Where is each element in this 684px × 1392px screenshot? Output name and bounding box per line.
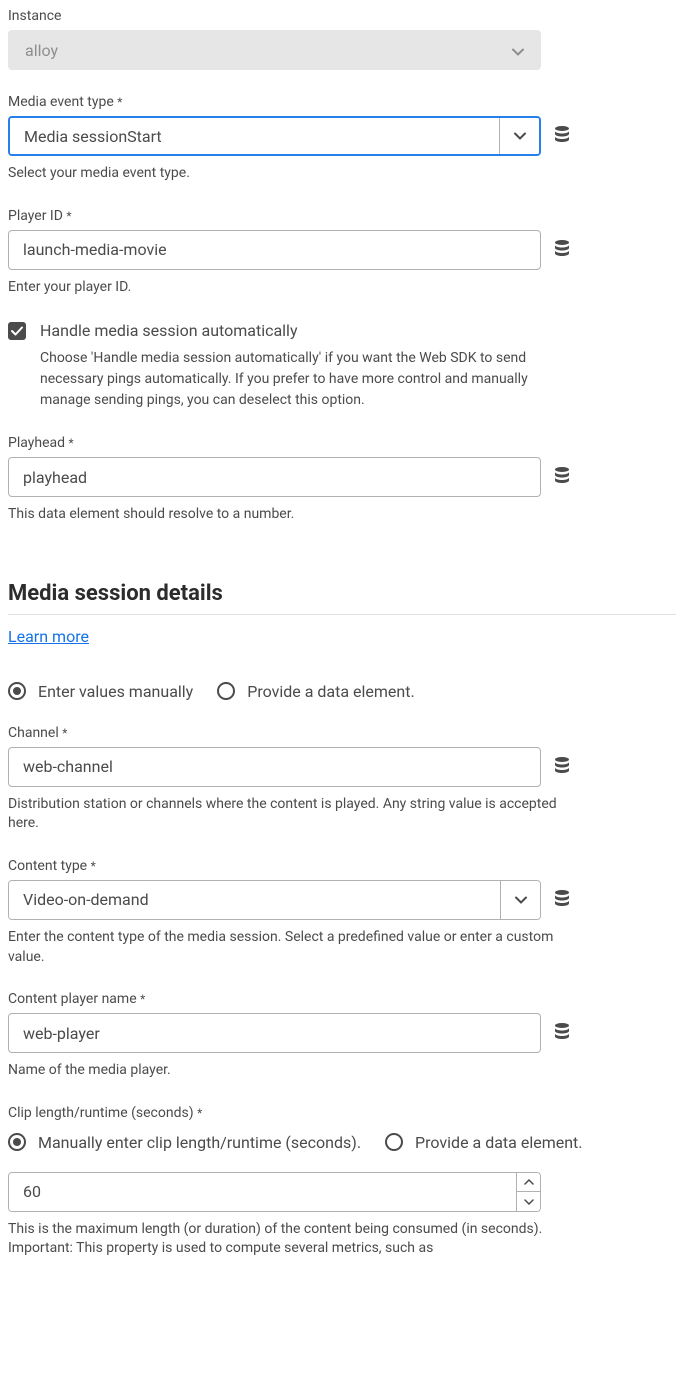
chevron-down-icon xyxy=(524,1199,534,1205)
handle-auto-checkbox[interactable] xyxy=(8,322,26,340)
media-event-type-label: Media event type * xyxy=(8,94,676,110)
player-id-input[interactable] xyxy=(8,230,541,270)
database-icon[interactable] xyxy=(553,756,571,778)
channel-field: Channel * Distribution station or channe… xyxy=(8,725,676,834)
radio-icon xyxy=(217,682,235,700)
entry-mode-radio-group: Enter values manually Provide a data ele… xyxy=(8,682,676,701)
chevron-down-icon xyxy=(514,132,526,140)
content-player-name-field: Content player name * Name of the media … xyxy=(8,991,676,1081)
clip-length-manual-label: Manually enter clip length/runtime (seco… xyxy=(38,1133,361,1152)
chevron-up-icon xyxy=(524,1179,534,1185)
playhead-input[interactable] xyxy=(8,457,541,497)
media-event-type-input[interactable] xyxy=(10,118,499,154)
learn-more-link[interactable]: Learn more xyxy=(8,627,89,646)
database-icon[interactable] xyxy=(553,466,571,488)
content-player-name-label: Content player name * xyxy=(8,991,676,1007)
content-type-combobox[interactable] xyxy=(8,880,541,920)
channel-label: Channel * xyxy=(8,725,676,741)
database-icon[interactable] xyxy=(553,1022,571,1044)
chevron-down-icon xyxy=(512,41,524,60)
chevron-down-icon xyxy=(515,896,527,904)
radio-icon xyxy=(385,1133,403,1151)
content-player-name-help: Name of the media player. xyxy=(8,1061,568,1081)
instance-select[interactable]: alloy xyxy=(8,30,541,70)
media-event-type-field: Media event type * Select your media eve… xyxy=(8,94,676,184)
content-player-name-input[interactable] xyxy=(8,1013,541,1053)
clip-length-label: Clip length/runtime (seconds) * xyxy=(8,1105,676,1121)
content-type-label: Content type * xyxy=(8,858,676,874)
database-icon[interactable] xyxy=(553,889,571,911)
player-id-field: Player ID * Enter your player ID. xyxy=(8,208,676,298)
clip-length-help: This is the maximum length (or duration)… xyxy=(8,1220,568,1259)
clip-length-field: Clip length/runtime (seconds) * Manually… xyxy=(8,1105,676,1259)
clip-length-step-up[interactable] xyxy=(517,1173,540,1193)
clip-length-number-input[interactable] xyxy=(8,1172,541,1212)
entry-mode-manual-label: Enter values manually xyxy=(38,682,193,701)
clip-length-input[interactable] xyxy=(9,1173,516,1211)
playhead-help: This data element should resolve to a nu… xyxy=(8,505,568,525)
content-type-chevron[interactable] xyxy=(500,881,540,919)
instance-field: Instance alloy xyxy=(8,8,676,70)
media-event-type-help: Select your media event type. xyxy=(8,164,568,184)
check-icon xyxy=(11,326,23,336)
instance-value: alloy xyxy=(25,41,58,60)
content-type-help: Enter the content type of the media sess… xyxy=(8,928,568,967)
section-divider xyxy=(8,614,676,615)
instance-label: Instance xyxy=(8,8,676,24)
clip-length-manual-radio[interactable]: Manually enter clip length/runtime (seco… xyxy=(8,1133,361,1152)
radio-selected-icon xyxy=(8,682,26,700)
player-id-help: Enter your player ID. xyxy=(8,278,568,298)
database-icon[interactable] xyxy=(553,125,571,147)
channel-input[interactable] xyxy=(8,747,541,787)
database-icon[interactable] xyxy=(553,239,571,261)
clip-length-data-element-label: Provide a data element. xyxy=(415,1133,582,1152)
entry-mode-data-element[interactable]: Provide a data element. xyxy=(217,682,414,701)
channel-help: Distribution station or channels where t… xyxy=(8,795,568,834)
media-event-type-chevron[interactable] xyxy=(499,118,539,154)
clip-length-step-down[interactable] xyxy=(517,1192,540,1211)
player-id-label: Player ID * xyxy=(8,208,676,224)
playhead-field: Playhead * This data element should reso… xyxy=(8,435,676,525)
radio-selected-icon xyxy=(8,1133,26,1151)
entry-mode-data-element-label: Provide a data element. xyxy=(247,682,414,701)
media-session-details-title: Media session details xyxy=(8,581,676,606)
content-type-field: Content type * Enter the content type of… xyxy=(8,858,676,967)
clip-length-data-element-radio[interactable]: Provide a data element. xyxy=(385,1133,582,1152)
entry-mode-manual[interactable]: Enter values manually xyxy=(8,682,193,701)
content-type-input[interactable] xyxy=(9,881,500,919)
handle-auto-desc: Choose 'Handle media session automatical… xyxy=(40,348,540,411)
media-event-type-combobox[interactable] xyxy=(8,116,541,156)
handle-auto-field: Handle media session automatically Choos… xyxy=(8,321,676,411)
handle-auto-label: Handle media session automatically xyxy=(40,321,298,340)
playhead-label: Playhead * xyxy=(8,435,676,451)
